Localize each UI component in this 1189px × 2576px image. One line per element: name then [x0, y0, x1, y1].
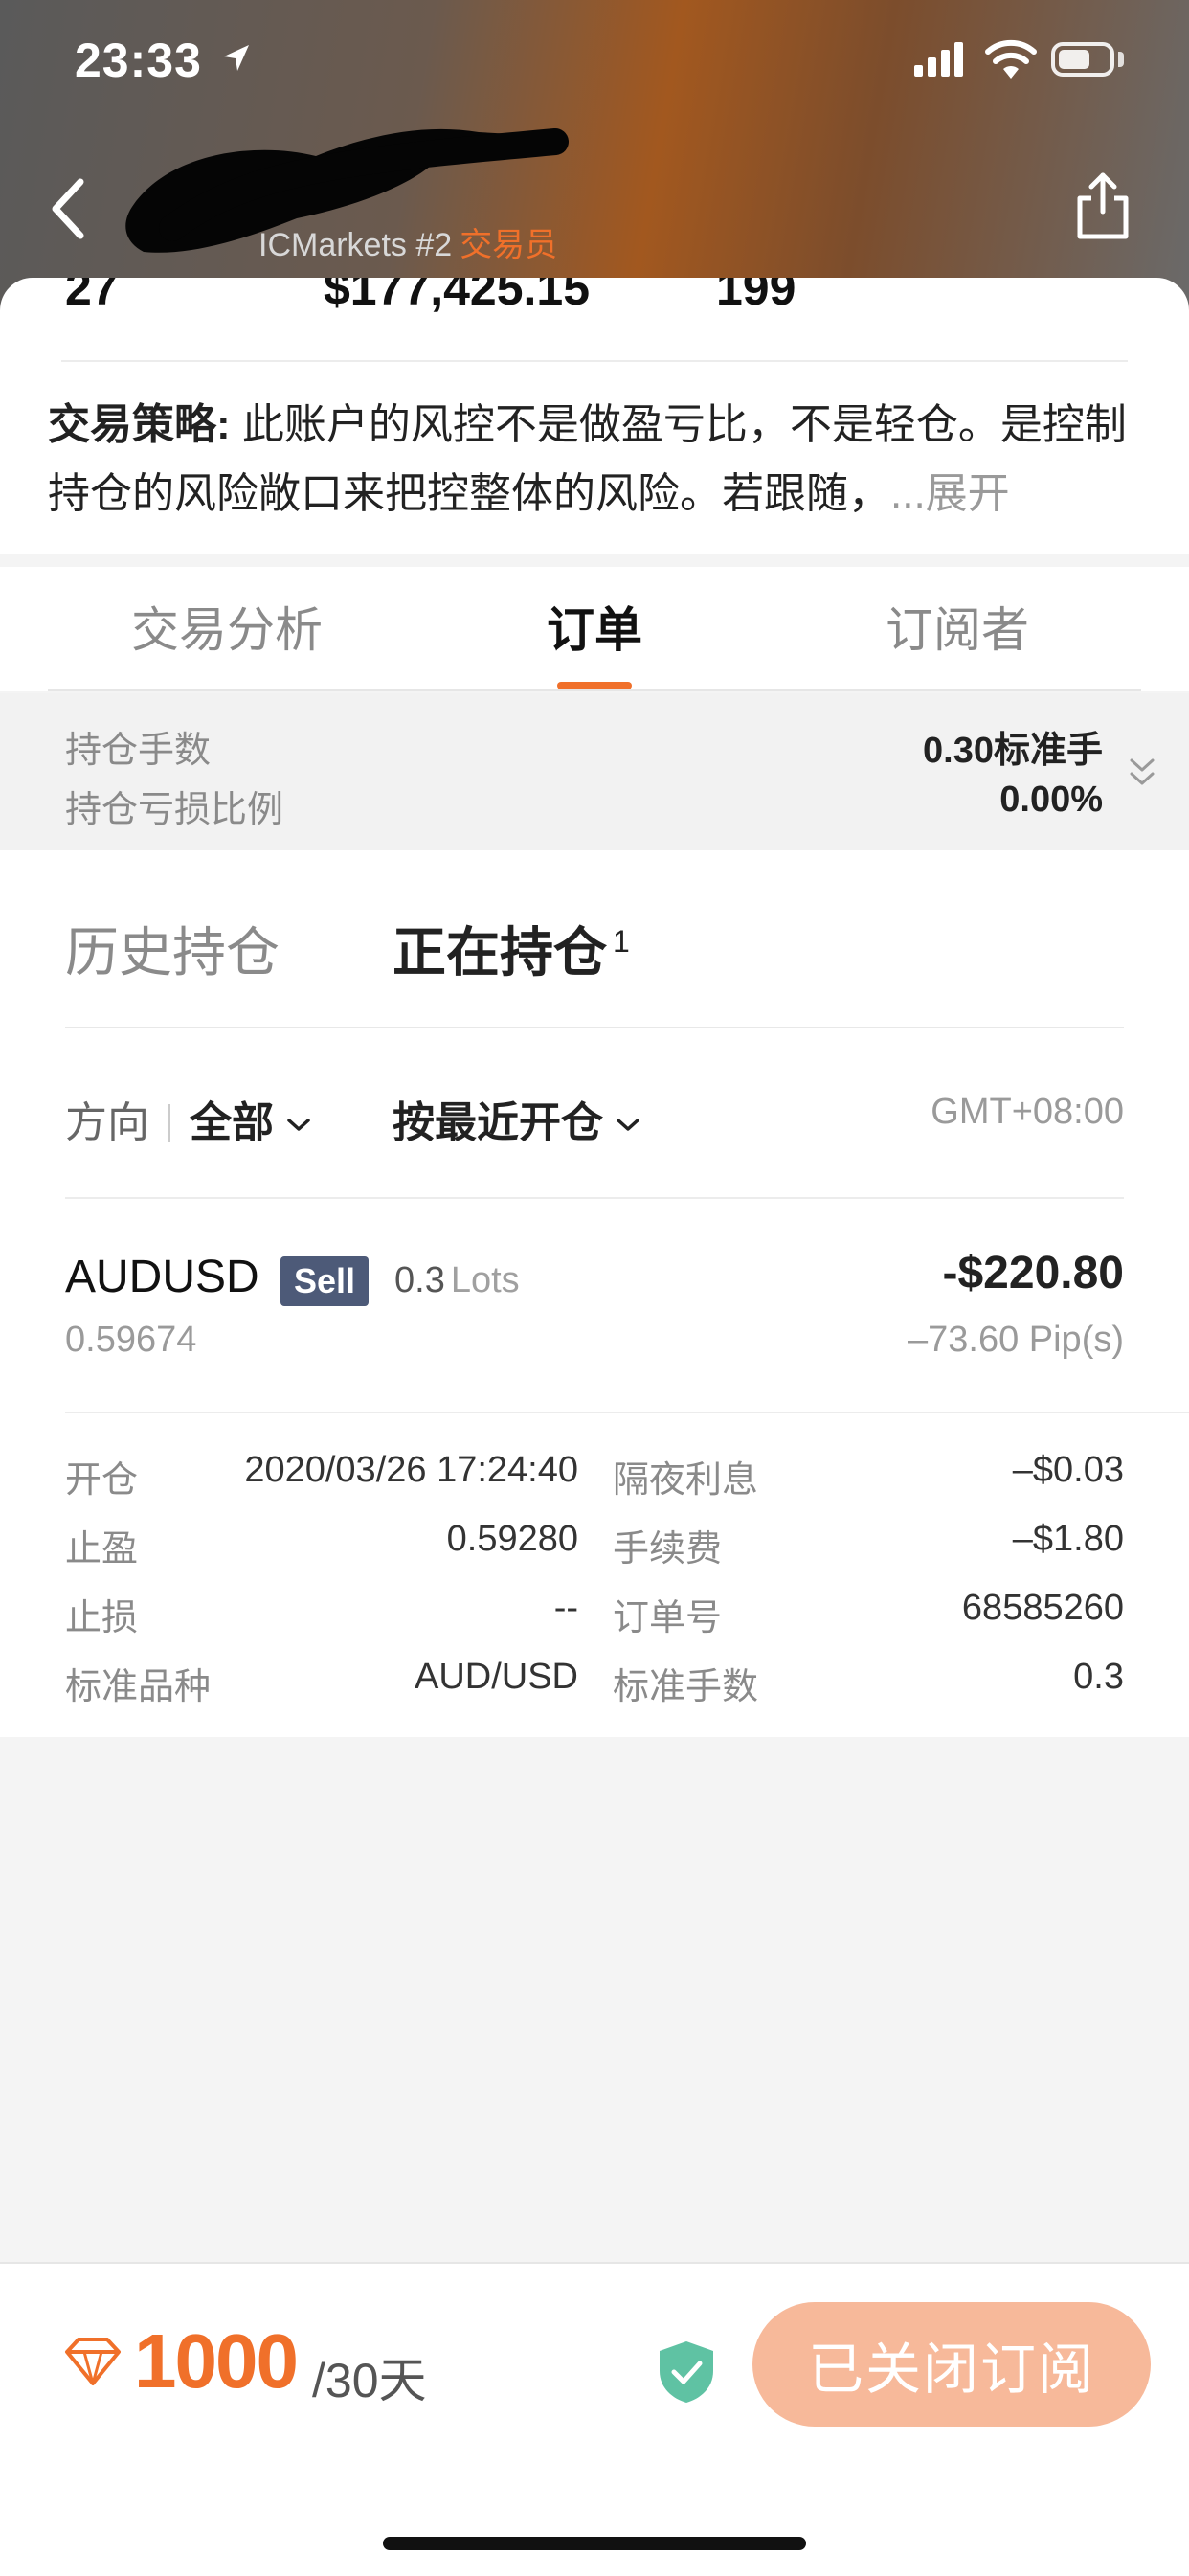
battery-nub: [1118, 52, 1124, 67]
chevron-down-icon: [617, 1119, 639, 1132]
battery-icon: [1051, 42, 1114, 77]
sort-label: 按最近开仓: [393, 1099, 603, 1146]
order-open-price: 0.59674: [65, 1320, 197, 1360]
divider: [65, 1197, 1124, 1199]
detail-value-commission: –$1.80: [1012, 1519, 1124, 1559]
subscription-bar: 1000 /30天 已关闭订阅: [0, 2262, 1189, 2576]
positions-panel: 历史持仓 正在持仓 1 方向 全部 按最近开仓 GMT+08:00 AUDUSD S…: [0, 850, 1189, 1737]
tab-history-positions[interactable]: 历史持仓: [65, 910, 280, 987]
lots-unit: Lots: [450, 1260, 520, 1300]
detail-label-order-number: 订单号: [613, 1598, 723, 1638]
back-chevron-icon[interactable]: [42, 170, 100, 247]
loss-ratio-value: 0.00%: [999, 780, 1103, 820]
active-tab-indicator: [557, 682, 632, 689]
lots-amount: 0.3: [394, 1260, 445, 1300]
chevron-down-icon: [287, 1119, 310, 1132]
direction-value: 全部: [190, 1099, 274, 1146]
detail-value-order-number: 68585260: [961, 1588, 1124, 1628]
order-pips: –73.60 Pip(s): [907, 1320, 1124, 1360]
tab-orders[interactable]: 订单: [547, 592, 642, 661]
open-positions-label: 正在持仓: [393, 922, 607, 983]
order-lots: 0.3 Lots: [394, 1260, 520, 1301]
stat-value-3: 199: [716, 278, 796, 315]
broker-name: ICMarkets #2: [258, 227, 453, 263]
direction-filter[interactable]: 方向 全部: [65, 1088, 312, 1149]
detail-value-open-time: 2020/03/26 17:24:40: [244, 1450, 578, 1490]
open-positions-count: 1: [613, 924, 630, 960]
detail-value-take-profit: 0.59280: [446, 1519, 578, 1559]
detail-value-swap: –$0.03: [1012, 1450, 1124, 1490]
strategy-text: 交易策略: 此账户的风控不是做盈亏比，不是轻仓。是控制持仓的风险敞口来把控整体的…: [48, 391, 1149, 529]
lots-label: 持仓手数: [65, 731, 212, 771]
subscription-price: 1000: [134, 2318, 299, 2404]
share-icon[interactable]: [1072, 168, 1133, 244]
detail-value-standard-symbol: AUD/USD: [414, 1657, 578, 1697]
timezone-label: GMT+08:00: [931, 1092, 1124, 1132]
detail-label-take-profit: 止盈: [65, 1529, 139, 1570]
stat-value-1: 27: [65, 278, 119, 315]
detail-label-standard-symbol: 标准品种: [65, 1667, 212, 1707]
status-time: 23:33: [75, 34, 202, 87]
tab-trade-analysis[interactable]: 交易分析: [131, 592, 323, 661]
loss-ratio-label: 持仓亏损比例: [65, 790, 284, 830]
tab-open-positions[interactable]: 正在持仓 1: [393, 910, 630, 987]
order-symbol: AUDUSD: [65, 1252, 259, 1302]
stat-value-2: $177,425.15: [324, 278, 591, 315]
order-pnl: -$220.80: [942, 1248, 1125, 1299]
subscription-period: /30天: [312, 2354, 427, 2407]
divider: [65, 1027, 1124, 1028]
divider: [65, 1412, 1189, 1413]
side-badge: Sell: [280, 1256, 370, 1306]
position-summary[interactable]: 持仓手数 0.30标准手 持仓亏损比例 0.00%: [0, 693, 1189, 850]
subscription-closed-button[interactable]: 已关闭订阅: [752, 2302, 1151, 2427]
trader-info-card: 27 $177,425.15 199 交易策略: 此账户的风控不是做盈亏比，不是…: [0, 278, 1189, 554]
strategy-label: 交易策略:: [48, 401, 231, 448]
wifi-icon: [985, 39, 1037, 79]
tab-subscribers[interactable]: 订阅者: [886, 592, 1029, 661]
divider: [48, 689, 1141, 691]
cellular-signal-icon: [914, 42, 963, 77]
broker-line: ICMarkets #2 交易员: [258, 218, 557, 265]
main-tabs: 交易分析 订单 订阅者: [0, 567, 1189, 691]
lots-value: 0.30标准手: [923, 731, 1103, 771]
sort-filter[interactable]: 按最近开仓: [393, 1088, 641, 1149]
location-arrow-icon: [224, 45, 249, 71]
detail-label-commission: 手续费: [613, 1529, 723, 1570]
divider: [61, 360, 1128, 362]
detail-label-standard-lots: 标准手数: [613, 1667, 759, 1707]
detail-label-swap: 隔夜利息: [613, 1460, 759, 1501]
home-indicator: [383, 2537, 806, 2550]
filter-separator: [168, 1104, 170, 1142]
detail-label-stop-loss: 止损: [65, 1598, 139, 1638]
trader-tag: 交易员: [460, 227, 558, 263]
detail-value-stop-loss: --: [553, 1588, 578, 1628]
detail-value-standard-lots: 0.3: [1073, 1657, 1124, 1697]
diamond-icon: [65, 2338, 121, 2385]
expand-link[interactable]: ...展开: [890, 470, 1010, 517]
expand-double-chevron-icon[interactable]: [1126, 755, 1158, 793]
detail-label-open-time: 开仓: [65, 1460, 139, 1501]
shield-check-icon: [660, 2341, 713, 2403]
direction-label: 方向: [65, 1099, 149, 1146]
